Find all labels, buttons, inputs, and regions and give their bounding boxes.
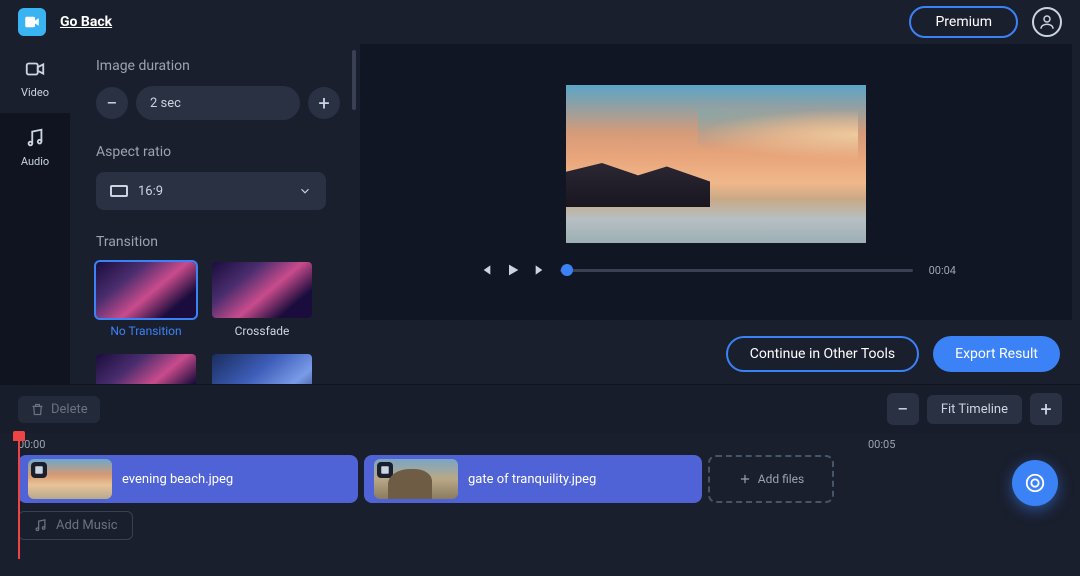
scrub-knob[interactable] bbox=[561, 264, 573, 276]
go-back-link[interactable]: Go Back bbox=[60, 14, 112, 30]
delete-label: Delete bbox=[51, 402, 88, 417]
aspect-icon bbox=[110, 185, 128, 197]
ruler-tick: 00:05 bbox=[868, 438, 895, 451]
continue-button[interactable]: Continue in Other Tools bbox=[726, 336, 919, 372]
plus-icon bbox=[738, 472, 752, 486]
timeline-clip[interactable]: gate of tranquility.jpeg bbox=[364, 455, 702, 503]
playback-time: 00:04 bbox=[929, 264, 956, 277]
timeline-clip[interactable]: evening beach.jpeg bbox=[18, 455, 358, 503]
duration-decrease-button[interactable]: − bbox=[96, 87, 128, 119]
export-button[interactable]: Export Result bbox=[933, 336, 1060, 372]
add-files-button[interactable]: Add files bbox=[708, 455, 834, 503]
zoom-out-button[interactable]: − bbox=[887, 393, 919, 425]
sidebar-item-label: Audio bbox=[21, 155, 49, 168]
add-music-label: Add Music bbox=[56, 518, 118, 533]
help-fab[interactable] bbox=[1012, 460, 1058, 506]
clip-name: evening beach.jpeg bbox=[122, 472, 233, 487]
zoom-in-button[interactable]: + bbox=[1030, 393, 1062, 425]
play-button[interactable] bbox=[504, 261, 522, 279]
image-duration-label: Image duration bbox=[96, 58, 340, 74]
aspect-ratio-select[interactable]: 16:9 bbox=[96, 172, 326, 210]
clip-thumb bbox=[374, 459, 458, 499]
transition-option-crossfade[interactable]: Crossfade bbox=[212, 262, 312, 338]
music-icon bbox=[33, 518, 48, 533]
scrub-bar[interactable] bbox=[560, 269, 913, 272]
skip-back-button[interactable] bbox=[476, 261, 494, 279]
aspect-ratio-label: Aspect ratio bbox=[96, 144, 340, 160]
image-icon bbox=[377, 462, 393, 478]
duration-increase-button[interactable]: + bbox=[308, 87, 340, 119]
sidebar-item-label: Video bbox=[21, 86, 49, 99]
transition-option-extra1[interactable] bbox=[96, 354, 196, 384]
transition-label-text: Crossfade bbox=[212, 324, 312, 338]
image-icon bbox=[31, 462, 47, 478]
delete-button[interactable]: Delete bbox=[18, 396, 100, 423]
app-icon bbox=[18, 8, 46, 36]
transition-thumb bbox=[212, 262, 312, 318]
skip-forward-button[interactable] bbox=[532, 261, 550, 279]
timeline-playhead[interactable] bbox=[18, 433, 20, 559]
transition-option-extra2[interactable] bbox=[212, 354, 312, 384]
clip-thumb bbox=[28, 459, 112, 499]
chevron-down-icon bbox=[298, 184, 312, 198]
premium-button[interactable]: Premium bbox=[909, 6, 1018, 38]
transition-thumb bbox=[212, 354, 312, 384]
video-preview bbox=[566, 85, 866, 243]
transition-thumb bbox=[96, 262, 196, 318]
transition-label-text: No Transition bbox=[96, 324, 196, 338]
sidebar-item-video[interactable]: Video bbox=[0, 44, 70, 113]
panel-scrollbar[interactable] bbox=[352, 50, 356, 110]
add-files-label: Add files bbox=[758, 472, 804, 486]
transition-option-none[interactable]: No Transition bbox=[96, 262, 196, 338]
add-music-button[interactable]: Add Music bbox=[18, 511, 133, 540]
sidebar-item-audio[interactable]: Audio bbox=[0, 113, 70, 182]
fit-timeline-button[interactable]: Fit Timeline bbox=[927, 395, 1022, 424]
transition-label: Transition bbox=[96, 234, 340, 250]
profile-button[interactable] bbox=[1032, 7, 1062, 37]
transition-thumb bbox=[96, 354, 196, 384]
timeline-ruler[interactable]: 00:00 00:05 bbox=[18, 433, 1062, 455]
duration-value[interactable]: 2 sec bbox=[136, 86, 300, 120]
clip-name: gate of tranquility.jpeg bbox=[468, 472, 596, 487]
trash-icon bbox=[30, 402, 45, 417]
aspect-ratio-value: 16:9 bbox=[138, 184, 288, 199]
